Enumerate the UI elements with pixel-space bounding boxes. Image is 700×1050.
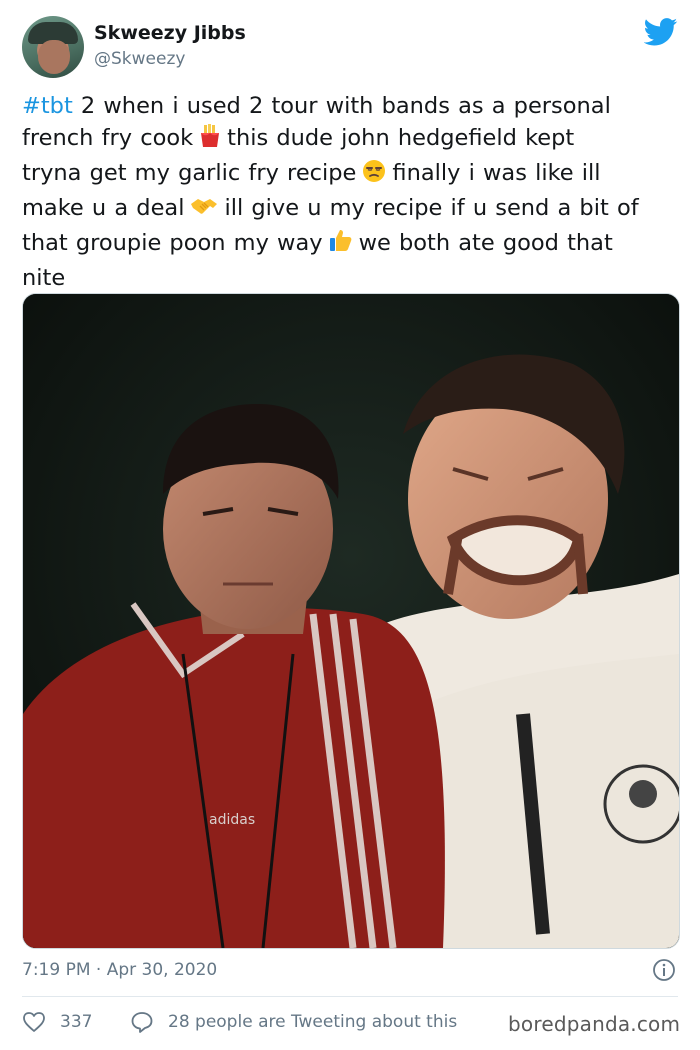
- tweet-text: #tbt 2 when i used 2 tour with bands as …: [22, 90, 682, 294]
- speech-bubble-icon[interactable]: [130, 1011, 154, 1033]
- hashtag-link[interactable]: #tbt: [22, 93, 73, 119]
- tweet-line-text: french fry cook: [22, 125, 194, 151]
- tweet-line-text: ill give u my recipe if u send a bit of: [224, 195, 639, 221]
- display-name[interactable]: Skweezy Jibbs: [94, 22, 246, 44]
- thumbs-up-icon: [329, 227, 353, 262]
- tweet-line: french fry cook this dude john hedgefield…: [22, 122, 682, 157]
- tweet-line-text: make u a deal: [22, 195, 185, 221]
- tweet-line-text: that groupie poon my way: [22, 230, 323, 256]
- tweeting-about-link[interactable]: 28 people are Tweeting about this: [168, 1012, 457, 1032]
- unamused-face-icon: [362, 159, 386, 192]
- handshake-icon: [190, 195, 218, 227]
- tweet-card: Skweezy Jibbs @Skweezy #tbt 2 when i use…: [0, 0, 700, 1050]
- tweet-line-text: tryna get my garlic fry recipe: [22, 160, 357, 186]
- fries-emoji-icon: [199, 124, 221, 157]
- tweet-line: nite: [22, 262, 682, 294]
- tweet-line-text: we both ate good that: [358, 230, 613, 256]
- watermark: boredpanda.com: [506, 1012, 683, 1036]
- tweet-line: tryna get my garlic fry recipe finally i …: [22, 157, 682, 192]
- tweet-line: #tbt 2 when i used 2 tour with bands as …: [22, 90, 682, 122]
- heart-icon[interactable]: [22, 1011, 46, 1033]
- shirt-logo-text: adidas: [209, 812, 255, 828]
- info-icon[interactable]: [652, 958, 676, 982]
- like-count[interactable]: 337: [60, 1012, 92, 1032]
- tweet-line-text: nite: [22, 265, 66, 291]
- tweet-line: make u a deal ill give u my recipe if u s…: [22, 192, 682, 227]
- tweet-line-text: this dude john hedgefield kept: [227, 125, 575, 151]
- footer-divider: [22, 996, 678, 997]
- tweet-line-text: 2 when i used 2 tour with bands as a per…: [72, 93, 611, 119]
- tweet-timestamp[interactable]: 7:19 PM · Apr 30, 2020: [22, 960, 217, 980]
- tweet-line: that groupie poon my way we both ate good…: [22, 227, 682, 262]
- avatar[interactable]: [22, 16, 84, 78]
- twitter-bird-icon[interactable]: [644, 18, 678, 46]
- user-handle[interactable]: @Skweezy: [94, 49, 185, 69]
- tweet-photo[interactable]: adidas: [22, 293, 680, 949]
- tweet-line-text: finally i was like ill: [392, 160, 601, 186]
